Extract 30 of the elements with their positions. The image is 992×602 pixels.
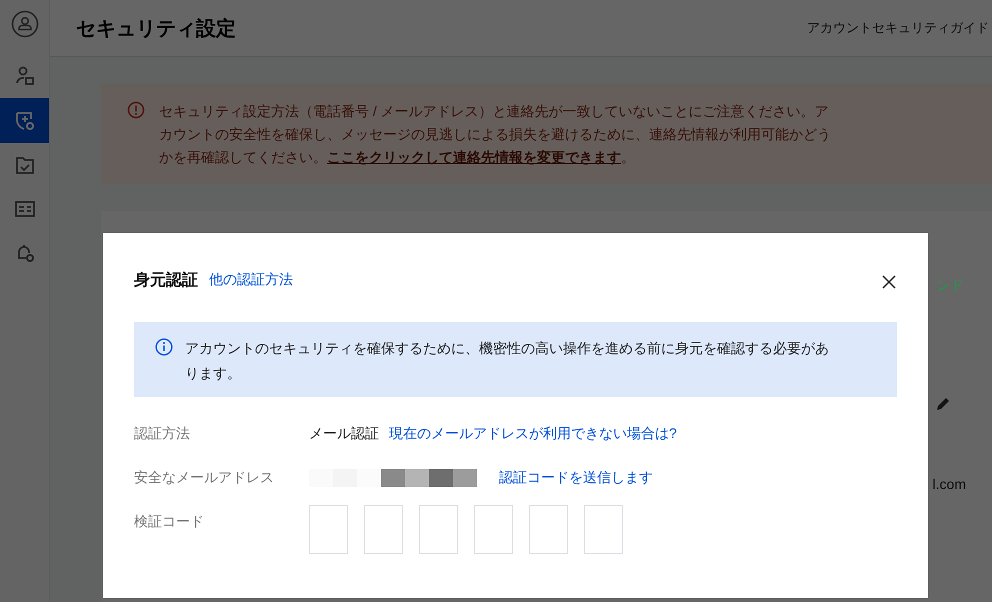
- warning-message: セキュリティ設定方法（電話番号 / メールアドレス）と連絡先が一致していないことにご注意ください。アカウントの安全性を確保し、メッセージの見逃しによる損失を避けるために、連絡先情報が利用可能かどうかを再確認してください。ここをクリックして連絡先情報を変更できます。: [159, 102, 832, 167]
- method-value: メール認証: [309, 425, 379, 443]
- send-code-link[interactable]: 認証コードを送信します: [499, 469, 653, 487]
- info-icon: [155, 338, 173, 356]
- pencil-icon[interactable]: [934, 395, 952, 413]
- email-unavailable-link[interactable]: 現在のメールアドレスが利用できない場合は?: [389, 425, 677, 443]
- email-text: l.com: [932, 476, 966, 492]
- guide-link[interactable]: アカウントセキュリティガイド: [807, 19, 989, 37]
- field-label: 認証方法: [134, 425, 191, 443]
- user-id-icon: [14, 65, 36, 87]
- folder-check-icon: [14, 154, 36, 176]
- id-card-icon: [14, 198, 36, 220]
- code-digit-field[interactable]: [364, 505, 403, 554]
- code-digit-field[interactable]: [474, 505, 513, 554]
- other-methods-link[interactable]: 他の認証方法: [209, 271, 293, 289]
- page-title: セキュリティ設定: [76, 16, 236, 42]
- code-digit-field[interactable]: [529, 505, 568, 554]
- sidebar-item[interactable]: [0, 98, 49, 143]
- field-label: 検証コード: [134, 513, 205, 531]
- warning-icon: [127, 101, 145, 119]
- code-digit-field[interactable]: [309, 505, 348, 554]
- code-digit-field[interactable]: [584, 505, 623, 554]
- shield-gear-icon: [14, 110, 36, 132]
- code-digit-field[interactable]: [419, 505, 458, 554]
- status-text: ンド: [936, 277, 964, 295]
- close-button[interactable]: [882, 274, 896, 288]
- dialog-title: 身元認証: [134, 270, 198, 290]
- info-message: アカウントのセキュリティを確保するために、機密性の高い操作を進める前に身元を確認する必要があります。: [185, 339, 830, 383]
- user-avatar-icon: [10, 10, 38, 38]
- field-label: 安全なメールアドレス: [134, 469, 275, 487]
